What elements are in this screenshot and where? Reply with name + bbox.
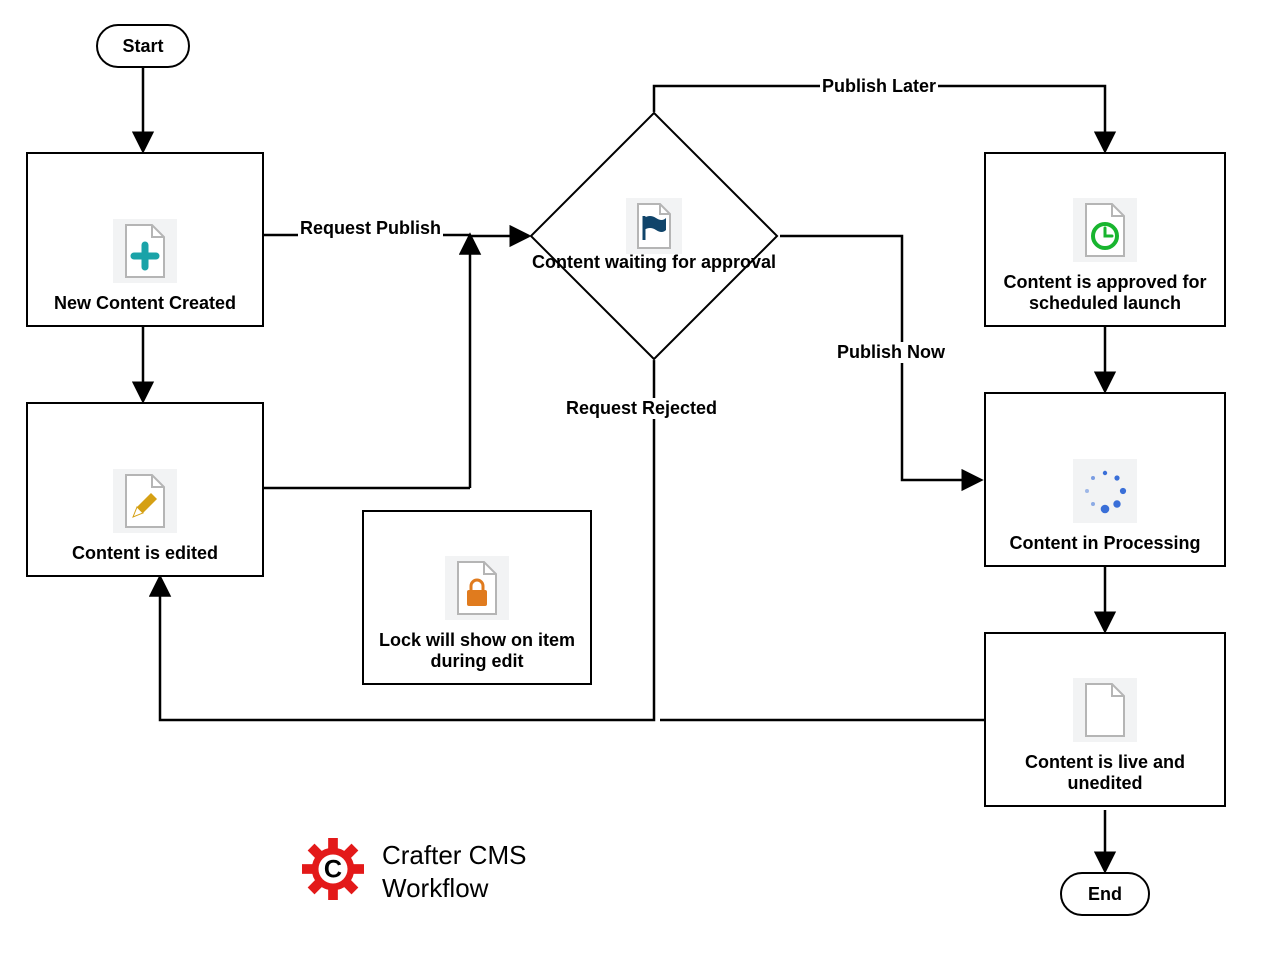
page-icon <box>1073 678 1137 742</box>
end-label: End <box>1088 884 1122 905</box>
node-label: New Content Created <box>54 293 236 315</box>
lock-icon <box>445 556 509 620</box>
title-block: C Crafter CMS Workflow <box>302 838 526 905</box>
end-terminator: End <box>1060 872 1150 916</box>
node-content-edited: Content is edited <box>26 402 264 577</box>
plus-icon <box>113 219 177 283</box>
start-label: Start <box>122 36 163 57</box>
node-new-content-created: New Content Created <box>26 152 264 327</box>
node-approved-scheduled: Content is approved for scheduled launch <box>984 152 1226 327</box>
edge-label-publish-now: Publish Now <box>835 342 947 363</box>
node-label: Content is live and unedited <box>996 752 1214 795</box>
svg-text:C: C <box>324 856 342 884</box>
node-label: Content in Processing <box>1009 533 1200 555</box>
node-content-processing: Content in Processing <box>984 392 1226 567</box>
spinner-icon <box>1073 459 1137 523</box>
workflow-diagram: Start New Content Created Content is ed <box>0 0 1280 966</box>
start-terminator: Start <box>96 24 190 68</box>
edge-label-request-publish: Request Publish <box>298 218 443 239</box>
clock-icon <box>1073 198 1137 262</box>
decision-content-waiting: Content waiting for approval <box>530 112 778 360</box>
node-content-live: Content is live and unedited <box>984 632 1226 807</box>
edge-label-publish-later: Publish Later <box>820 76 938 97</box>
crafter-gear-icon: C <box>302 838 364 905</box>
node-label: Content is edited <box>72 543 218 565</box>
node-label: Lock will show on item during edit <box>374 630 580 673</box>
flag-icon <box>626 198 682 254</box>
node-label: Content waiting for approval <box>532 252 776 274</box>
node-label: Content is approved for scheduled launch <box>996 272 1214 315</box>
title-line2: Workflow <box>382 873 488 903</box>
edge-label-request-rejected: Request Rejected <box>564 398 719 419</box>
title-line1: Crafter CMS <box>382 840 526 870</box>
pencil-icon <box>113 469 177 533</box>
node-lock-note: Lock will show on item during edit <box>362 510 592 685</box>
diagram-title: Crafter CMS Workflow <box>382 839 526 904</box>
